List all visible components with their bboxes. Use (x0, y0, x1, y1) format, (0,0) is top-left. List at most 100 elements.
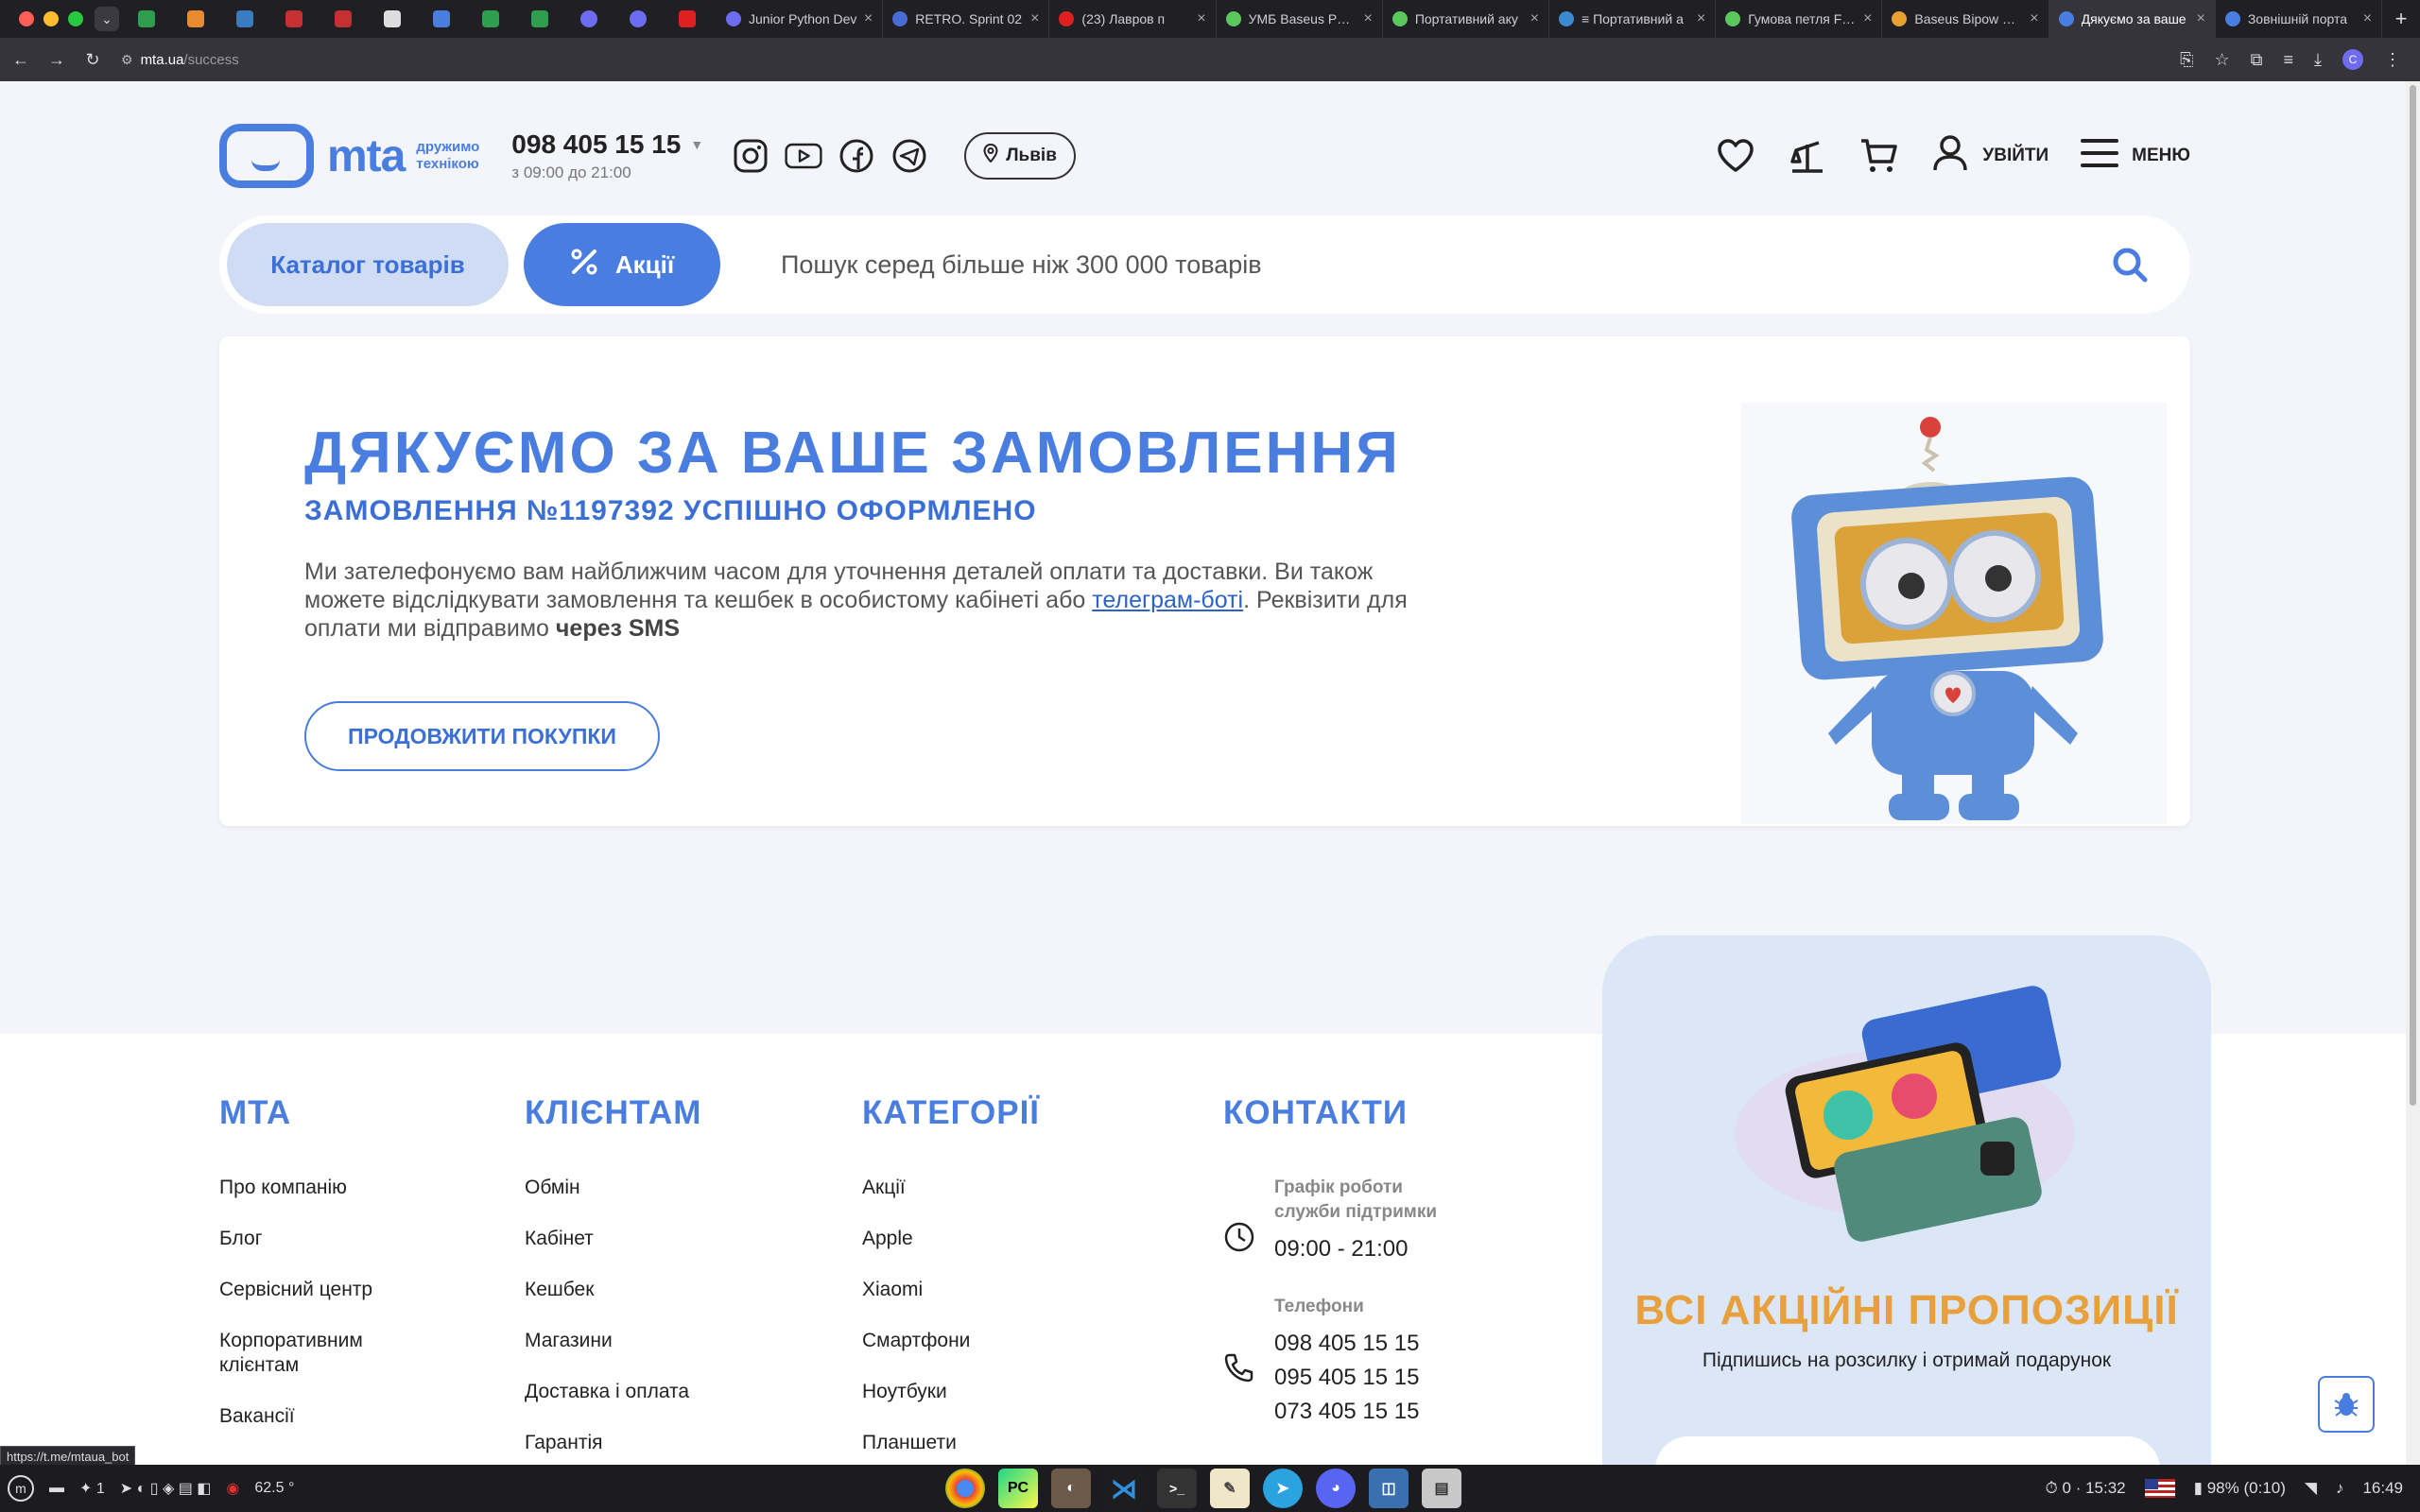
pinned-tab[interactable] (475, 7, 507, 31)
telegram-icon[interactable] (890, 137, 928, 175)
profile-avatar[interactable]: C (2342, 49, 2363, 70)
footer-link[interactable]: Кабінет (525, 1227, 701, 1251)
footer-link[interactable]: Гарантія (525, 1431, 701, 1455)
downloads-icon[interactable]: ⤓ (2314, 50, 2322, 70)
tab-search-dropdown[interactable]: ⌄ (95, 7, 119, 31)
compare-scales-icon[interactable] (1788, 136, 1827, 176)
phone-link[interactable]: 073 405 15 15 (1274, 1395, 1419, 1429)
footer-link[interactable]: Вакансії (219, 1404, 389, 1429)
minimize-window-button[interactable] (43, 11, 59, 26)
pinned-tab[interactable] (573, 7, 605, 31)
search-icon[interactable] (2105, 240, 2154, 289)
text-editor-app-icon[interactable]: ✎ (1210, 1469, 1250, 1508)
volume-icon[interactable]: ♪ (2336, 1479, 2344, 1498)
facebook-icon[interactable] (838, 137, 875, 175)
tray-icons[interactable]: ➤ ◐ ▯ ◈ ▤ ◧ (120, 1479, 212, 1498)
bookmark-star-icon[interactable]: ☆ (2215, 50, 2230, 70)
browser-tab[interactable]: Гумова петля FITN × (1716, 0, 1883, 38)
footer-link[interactable]: Планшети (862, 1431, 1040, 1455)
install-app-icon[interactable]: ⎘ (2180, 50, 2193, 70)
vscode-app-icon[interactable]: ⋊ (1104, 1469, 1144, 1508)
search-input[interactable] (781, 249, 2105, 280)
keyboard-layout-flag-icon[interactable] (2144, 1479, 2175, 1498)
url-field[interactable]: ⚙ mta.ua/success (121, 52, 2180, 68)
browser-tab[interactable]: RETRO. Sprint 02 × (883, 0, 1050, 38)
tab-close-icon[interactable]: × (2363, 10, 2372, 27)
close-window-button[interactable] (19, 11, 34, 26)
media-controls-icon[interactable]: ≡ (2284, 50, 2294, 70)
footer-link[interactable]: Про компанію (219, 1176, 389, 1200)
wifi-icon[interactable]: ◥ (2305, 1479, 2317, 1498)
phone-link[interactable]: 098 405 15 15 (1274, 1327, 1419, 1361)
instagram-icon[interactable] (732, 137, 769, 175)
show-desktop-icon[interactable]: ▬ (49, 1480, 64, 1497)
browser-tab[interactable]: Junior Python Dev × (717, 0, 884, 38)
telegram-bot-link[interactable]: телеграм-боті (1092, 587, 1243, 613)
forward-button[interactable]: → (42, 50, 72, 70)
promotions-button[interactable]: Акції (524, 223, 720, 306)
discord-app-icon[interactable]: ◕ (1316, 1469, 1356, 1508)
start-menu-icon[interactable]: m (8, 1475, 34, 1502)
pycharm-app-icon[interactable]: PC (998, 1469, 1038, 1508)
site-logo[interactable]: mta дружимо технікою (219, 124, 479, 188)
phone-dropdown[interactable]: 098 405 15 15 ▼ (511, 129, 703, 160)
footer-link[interactable]: Корпоративним клієнтам (219, 1329, 389, 1378)
battery-indicator[interactable]: ▮ 98% (0:10) (2194, 1479, 2286, 1498)
pinned-tab[interactable] (278, 7, 310, 31)
reload-button[interactable]: ↻ (78, 50, 108, 70)
pinned-tab[interactable] (524, 7, 556, 31)
tab-close-icon[interactable]: × (2196, 10, 2204, 27)
footer-link[interactable]: Xiaomi (862, 1278, 1040, 1302)
cart-icon[interactable] (1859, 136, 1899, 176)
new-tab-button[interactable]: + (2382, 7, 2420, 31)
footer-link[interactable]: Кешбек (525, 1278, 701, 1302)
browser-tab[interactable]: УМБ Baseus PPDM × (1217, 0, 1383, 38)
page-scrollbar[interactable] (2406, 81, 2420, 1465)
pinned-tab[interactable] (376, 7, 408, 31)
browser-tab[interactable]: (23) Лавров п × (1049, 0, 1217, 38)
tab-close-icon[interactable]: × (1530, 10, 1539, 27)
continue-shopping-button[interactable]: ПРОДОВЖИТИ ПОКУПКИ (304, 701, 660, 771)
extensions-icon[interactable]: ⧉ (2251, 50, 2263, 70)
catalog-button[interactable]: Каталог товарів (227, 223, 509, 306)
scrollbar-thumb[interactable] (2410, 85, 2416, 1106)
menu-button[interactable]: МЕНЮ (2081, 137, 2190, 175)
pinned-tab[interactable] (130, 7, 163, 31)
footer-link[interactable]: Доставка і оплата (525, 1380, 701, 1404)
timer-indicator[interactable]: ⏱ 0 · 15:32 (2046, 1479, 2126, 1498)
browser-tab[interactable]: ≡ Портативний а × (1549, 0, 1717, 38)
pinned-tab[interactable] (671, 7, 703, 31)
footer-link[interactable]: Обмін (525, 1176, 701, 1200)
site-info-icon[interactable]: ⚙ (121, 52, 133, 68)
footer-link[interactable]: Смартфони (862, 1329, 1040, 1353)
browser-tab[interactable]: Зовнішній порта × (2216, 0, 2382, 38)
gimp-app-icon[interactable]: ◐ (1051, 1469, 1091, 1508)
terminal-app-icon[interactable]: >_ (1157, 1469, 1197, 1508)
files-app-icon[interactable]: ▤ (1422, 1469, 1461, 1508)
footer-link[interactable]: Apple (862, 1227, 1040, 1251)
pinned-tab[interactable] (180, 7, 212, 31)
browser-tab[interactable]: Baseus Bipow Digi × (1882, 0, 2049, 38)
tab-close-icon[interactable]: × (2030, 10, 2038, 27)
bug-report-button[interactable] (2318, 1376, 2375, 1433)
footer-link[interactable]: Ноутбуки (862, 1380, 1040, 1404)
browser-tab[interactable]: Портативний аку × (1383, 0, 1550, 38)
pinned-tab[interactable] (229, 7, 261, 31)
tab-close-icon[interactable]: × (1030, 10, 1039, 27)
pinned-tab[interactable] (425, 7, 458, 31)
tab-close-icon[interactable]: × (1697, 10, 1705, 27)
chrome-app-icon[interactable] (945, 1469, 985, 1508)
tab-close-icon[interactable]: × (1197, 10, 1205, 27)
pinned-tab[interactable] (327, 7, 359, 31)
mic-muted-icon[interactable]: ◉ (226, 1479, 239, 1498)
footer-link[interactable]: Магазини (525, 1329, 701, 1353)
tab-close-icon[interactable]: × (864, 10, 873, 27)
browser-menu-icon[interactable]: ⋮ (2384, 50, 2401, 70)
footer-link[interactable]: Блог (219, 1227, 389, 1251)
screenshot-app-icon[interactable]: ◫ (1369, 1469, 1409, 1508)
maximize-window-button[interactable] (68, 11, 83, 26)
browser-tab[interactable]: Дякуємо за ваше × (2048, 0, 2216, 38)
newsletter-email-input[interactable] (1655, 1436, 2160, 1465)
footer-link[interactable]: Акції (862, 1176, 1040, 1200)
phone-link[interactable]: 095 405 15 15 (1274, 1361, 1419, 1395)
